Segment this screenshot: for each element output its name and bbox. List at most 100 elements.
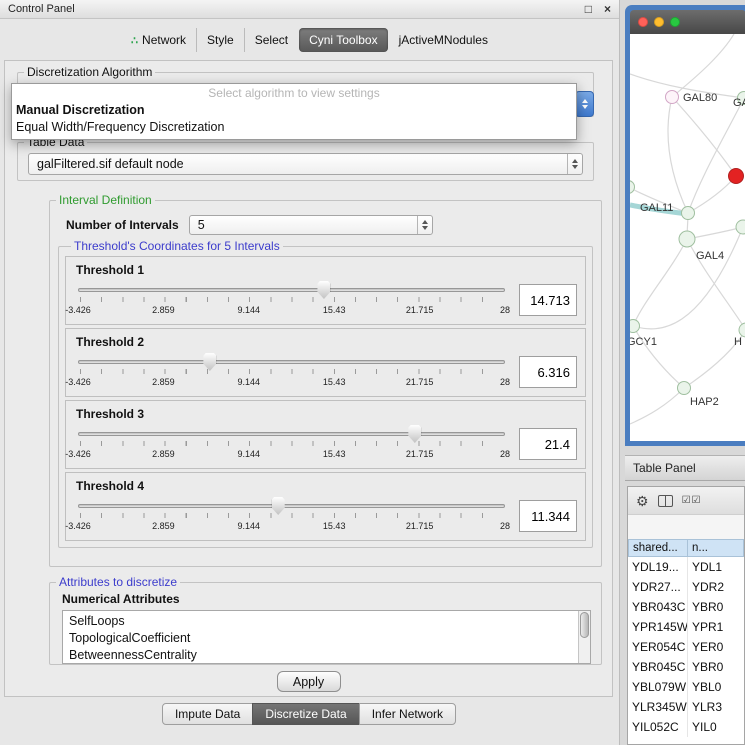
tab-impute-data[interactable]: Impute Data <box>162 703 253 725</box>
float-window-icon[interactable]: □ <box>585 3 592 15</box>
slider-track[interactable] <box>78 288 505 292</box>
network-edge[interactable] <box>688 98 744 213</box>
tab-network[interactable]: ∴Network <box>121 28 196 52</box>
table-row[interactable]: YPR145WYPR1 <box>628 617 744 637</box>
attribute-list-item[interactable]: TopologicalCoefficient <box>69 630 576 647</box>
threshold-value-input[interactable] <box>519 356 577 388</box>
attribute-list-item[interactable]: BetweennessCentrality <box>69 647 576 664</box>
tab-infer-network[interactable]: Infer Network <box>359 703 456 725</box>
table-cell: YBR0 <box>688 597 744 617</box>
table-row[interactable]: YBR045CYBR0 <box>628 657 744 677</box>
tab-jactivemnodules[interactable]: jActiveMNodules <box>389 28 498 52</box>
list-scrollbar[interactable] <box>578 611 590 663</box>
combo-down-icon <box>582 105 588 109</box>
network-node-green[interactable] <box>678 382 691 395</box>
bottom-tab-bar: Impute DataDiscretize DataInfer Network <box>0 703 619 725</box>
network-node-label: H <box>734 336 742 348</box>
scrollbar-thumb[interactable] <box>580 612 589 638</box>
algorithm-dropdown-list: Select algorithm to view settings Manual… <box>11 83 577 140</box>
interval-definition-group: Interval Definition Number of Intervals … <box>49 193 602 567</box>
zoom-traffic-light-icon[interactable] <box>670 17 680 27</box>
algorithm-combo-button[interactable] <box>575 91 594 117</box>
table-cell: YBR0 <box>688 657 744 677</box>
table-cell: YPR145W <box>628 617 688 637</box>
table-row[interactable]: YBL079WYBL0 <box>628 677 744 697</box>
dropdown-option-equal-width-frequency[interactable]: Equal Width/Frequency Discretization <box>12 119 576 136</box>
node-table: shared...n...YDL19...YDL1YDR27...YDR2YBR… <box>628 539 744 744</box>
gear-icon[interactable]: ⚙ <box>636 494 649 508</box>
tab-label: Cyni Toolbox <box>309 33 377 47</box>
columns-icon[interactable] <box>658 495 673 507</box>
slider-ticks <box>80 297 503 302</box>
network-graph[interactable]: GAL80GAGAL11GAL4GCY1HHAP2 <box>630 34 745 441</box>
table-row[interactable]: YIL052CYIL0 <box>628 717 744 737</box>
table-data-combo[interactable]: galFiltered.sif default node <box>28 153 583 175</box>
tab-select[interactable]: Select <box>244 28 298 52</box>
network-node-green[interactable] <box>736 220 745 234</box>
network-node-label: GAL11 <box>640 202 673 214</box>
table-column-header[interactable]: n... <box>688 539 744 557</box>
table-row[interactable]: YDL19...YDL1 <box>628 557 744 577</box>
table-row[interactable]: YDR27...YDR2 <box>628 577 744 597</box>
network-node-pink[interactable] <box>666 91 679 104</box>
threshold-slider[interactable]: -3.4262.8599.14415.4321.71528 <box>78 422 505 466</box>
threshold-label: Threshold 3 <box>76 407 577 421</box>
tab-discretize-data[interactable]: Discretize Data <box>252 703 359 725</box>
network-node-green[interactable] <box>682 207 695 220</box>
threshold-slider[interactable]: -3.4262.8599.14415.4321.71528 <box>78 494 505 538</box>
threshold-value-input[interactable] <box>519 500 577 532</box>
threshold-value-input[interactable] <box>519 284 577 316</box>
table-cell: YDL19... <box>628 557 688 577</box>
dropdown-option-manual-discretization[interactable]: Manual Discretization <box>12 102 576 119</box>
network-edge[interactable] <box>668 97 688 213</box>
table-cell: YER054C <box>628 637 688 657</box>
attributes-group-label: Attributes to discretize <box>56 575 180 589</box>
control-panel-titlebar[interactable]: Control Panel □ × <box>0 0 619 19</box>
network-edge[interactable] <box>687 227 743 239</box>
threshold-slider[interactable]: -3.4262.8599.14415.4321.71528 <box>78 278 505 322</box>
table-panel-title: Table Panel <box>633 461 696 475</box>
slider-track[interactable] <box>78 432 505 436</box>
slider-track[interactable] <box>78 360 505 364</box>
numerical-attributes-list[interactable]: SelfLoopsTopologicalCoefficientBetweenne… <box>62 610 591 664</box>
table-row[interactable]: YBR043CYBR0 <box>628 597 744 617</box>
close-traffic-light-icon[interactable] <box>638 17 648 27</box>
table-column-header[interactable]: shared... <box>628 539 688 557</box>
attribute-list-item[interactable]: SelfLoops <box>69 613 576 630</box>
minimize-traffic-light-icon[interactable] <box>654 17 664 27</box>
network-node-red[interactable] <box>729 169 744 184</box>
network-node-green[interactable] <box>679 231 695 247</box>
tab-style[interactable]: Style <box>196 28 244 52</box>
network-edge[interactable] <box>633 239 687 326</box>
tab-cyni-toolbox[interactable]: Cyni Toolbox <box>299 28 387 52</box>
table-panel-header[interactable]: Table Panel <box>625 455 745 481</box>
network-window-titlebar[interactable] <box>630 10 745 34</box>
numerical-attributes-label: Numerical Attributes <box>62 592 601 606</box>
control-panel-tab-bar: ∴NetworkStyle Select Cyni Toolbox jActiveMN… <box>0 28 619 52</box>
table-row[interactable]: YLR345WYLR3 <box>628 697 744 717</box>
network-view-window: GAL80GAGAL11GAL4GCY1HHAP2 <box>625 5 745 446</box>
slider-track[interactable] <box>78 504 505 508</box>
number-of-intervals-combo[interactable]: 5 <box>189 215 433 235</box>
attributes-to-discretize-group: Attributes to discretize Numerical Attri… <box>49 575 602 665</box>
network-node-label: GAL4 <box>696 250 724 262</box>
tab-label: Select <box>255 33 288 47</box>
number-of-intervals-label: Number of Intervals <box>66 218 179 232</box>
select-columns-icon[interactable]: ☑☑ <box>682 496 702 506</box>
network-node-green[interactable] <box>630 181 635 194</box>
network-edge[interactable] <box>672 97 736 176</box>
apply-button[interactable]: Apply <box>277 671 341 692</box>
threshold-slider[interactable]: -3.4262.8599.14415.4321.71528 <box>78 350 505 394</box>
network-canvas[interactable]: GAL80GAGAL11GAL4GCY1HHAP2 <box>630 34 745 441</box>
tab-label: jActiveMNodules <box>399 33 488 47</box>
network-node-green[interactable] <box>739 323 745 337</box>
network-node-label: HAP2 <box>690 396 719 408</box>
thresholds-group-label: Threshold's Coordinates for 5 Intervals <box>71 239 283 253</box>
network-node-green[interactable] <box>630 320 640 333</box>
network-edge[interactable] <box>630 388 684 424</box>
close-window-icon[interactable]: × <box>604 3 611 15</box>
table-row[interactable]: YER054CYER0 <box>628 637 744 657</box>
threshold-panel: Threshold 1-3.4262.8599.14415.4321.71528 <box>65 256 586 325</box>
threshold-value-input[interactable] <box>519 428 577 460</box>
table-header-row: shared...n... <box>628 539 744 557</box>
